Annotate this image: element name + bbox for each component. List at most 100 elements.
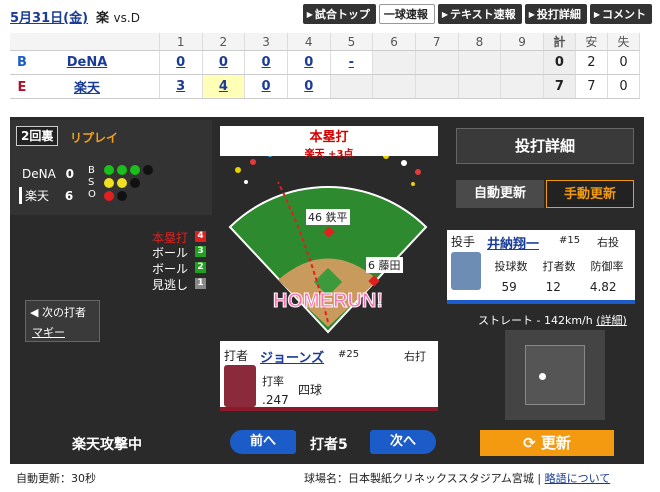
pitch-detail-link[interactable]: (詳細) xyxy=(596,314,627,327)
bso-labels: BSO xyxy=(88,165,96,200)
batter-avg-label: 打率 xyxy=(262,375,284,388)
ball-dot-icon xyxy=(143,165,153,175)
refresh-button[interactable]: ⟳ 更新 xyxy=(480,430,614,456)
inning-header: 1 xyxy=(159,33,203,51)
tab-text-live[interactable]: ▶ テキスト速報 xyxy=(437,4,522,24)
next-batter-link[interactable]: マギー xyxy=(26,323,99,341)
inning-score-link[interactable]: 0 xyxy=(262,55,271,70)
pitch-result-label: ボール xyxy=(151,246,188,260)
batter-name-link[interactable]: ジョーンズ xyxy=(260,347,324,366)
runs-total: 7 xyxy=(543,74,576,99)
ball-dot-icon xyxy=(104,165,114,175)
pitch-number: 1 xyxy=(195,278,206,289)
errors-total: 0 xyxy=(607,50,641,75)
fielder-label-3b: 6 藤田 xyxy=(366,257,403,273)
play-detail: 楽天 +3点 xyxy=(304,149,354,160)
pitcher-card: 投手 井納翔一 #15 右投 投球数 打者数 防御率 59 12 4.82 xyxy=(447,230,635,304)
ball-dot-icon xyxy=(117,165,127,175)
play-result-box: 本塁打 楽天 +3点 xyxy=(220,126,438,160)
errors-total: 0 xyxy=(607,74,641,99)
tab-comment[interactable]: ▶ コメント xyxy=(589,4,652,24)
pitch-result-label: ボール xyxy=(151,262,188,276)
batter-avg: .247 xyxy=(262,393,289,407)
pitch-info: ストレート - 142km/h (詳細) xyxy=(478,314,627,327)
pitch-number: 2 xyxy=(195,262,206,273)
game-date: 5月31日(金) xyxy=(10,11,89,26)
inning-header: 4 xyxy=(287,33,331,51)
inning-header: 6 xyxy=(372,33,416,51)
scoreboard: 1 2 3 4 5 6 7 8 9 計 安 失 B DeNA 0 0 0 0 - … xyxy=(10,33,641,99)
detail-button[interactable]: 投打詳細 xyxy=(456,128,634,164)
runs-total: 0 xyxy=(543,50,576,75)
auto-update-interval: 自動更新：30秒 xyxy=(16,472,96,485)
runs-header: 計 xyxy=(543,33,576,51)
pitch-number: 3 xyxy=(195,246,206,257)
errors-header: 失 xyxy=(607,33,641,51)
batter-role: 打者 xyxy=(224,349,249,363)
pitcher-name-link[interactable]: 井納翔一 xyxy=(487,233,539,252)
inning-header: 3 xyxy=(244,33,288,51)
strike-zone xyxy=(505,330,605,420)
inning-header: 7 xyxy=(415,33,459,51)
pitch-location-icon xyxy=(539,373,546,380)
next-batter-label: ◀ 次の打者 xyxy=(30,306,86,319)
inning-indicator: 2回裏 xyxy=(16,126,59,146)
inning-score-link[interactable]: 4 xyxy=(219,79,228,94)
batter-hand: 右打 xyxy=(404,350,426,363)
manual-update-button[interactable]: 手動更新 xyxy=(546,180,634,208)
pitcher-hand: 右投 xyxy=(597,236,619,249)
hits-total: 7 xyxy=(575,74,608,99)
pitcher-role: 投手 xyxy=(451,235,476,249)
inning-header: 2 xyxy=(202,33,246,51)
team-link-dena[interactable]: DeNA xyxy=(32,55,142,70)
strike-dot-icon xyxy=(104,178,114,188)
top-bar: 5月31日(金) 楽 vs.D ▶ 試合トップ 一球速報 ▶ テキスト速報 ▶ 投打詳… xyxy=(0,0,660,30)
strike-dot-icon xyxy=(117,178,127,188)
attack-status: 楽天攻撃中 xyxy=(72,437,142,453)
table-row: B DeNA 0 0 0 0 - 0 2 0 xyxy=(10,50,641,75)
pitcher-photo xyxy=(451,252,481,290)
homerun-text: HOMERUN! xyxy=(273,290,383,312)
score-line-rakuten: 楽天 6 xyxy=(19,187,73,204)
inning-score-link[interactable]: - xyxy=(349,55,354,70)
prev-batter-button[interactable]: 前へ xyxy=(230,430,296,454)
inning-score-link[interactable]: 3 xyxy=(176,79,185,94)
batter-number: #25 xyxy=(338,349,360,360)
tab-game-top[interactable]: ▶ 試合トップ xyxy=(302,4,376,24)
team-link-rakuten[interactable]: 楽天 xyxy=(32,77,142,96)
table-row: E 楽天 3 4 0 0 7 7 0 xyxy=(10,74,641,99)
inning-score-link[interactable]: 0 xyxy=(262,79,271,94)
batter-card: 打者 ジョーンズ #25 右打 打率 .247 四球 xyxy=(220,341,438,411)
auto-update-button[interactable]: 自動更新 xyxy=(456,180,544,208)
pitch-result-label: 見逃し xyxy=(151,278,188,292)
dena-logo-icon: B xyxy=(17,54,27,70)
batter-photo xyxy=(224,365,256,407)
eagles-logo-icon: E xyxy=(17,80,27,96)
out-dot-icon xyxy=(117,191,127,201)
pitch-number: 4 xyxy=(195,231,206,242)
matchup: 楽 vs.D xyxy=(96,11,140,26)
ball-dot-icon xyxy=(130,165,140,175)
tab-pitch-by-pitch[interactable]: 一球速報 xyxy=(378,4,435,24)
stadium-info: 球場名：日本製紙クリネックススタジアム宮城 | 略語について xyxy=(304,472,611,485)
inning-score-link[interactable]: 0 xyxy=(304,55,313,70)
abbreviation-link[interactable]: 略語について xyxy=(545,472,611,485)
next-batter-box: ◀ 次の打者 マギー xyxy=(25,300,100,342)
refresh-icon: ⟳ xyxy=(523,434,536,452)
tab-stats-detail[interactable]: ▶ 投打詳細 xyxy=(524,4,587,24)
inning-header: 8 xyxy=(458,33,502,51)
replay-label: リプレイ xyxy=(70,131,119,145)
tab-bar: ▶ 試合トップ 一球速報 ▶ テキスト速報 ▶ 投打詳細 ▶ コメント xyxy=(302,4,652,24)
fielder-label-cf: 46 鉄平 xyxy=(306,209,350,225)
inning-score-link[interactable]: 0 xyxy=(304,79,313,94)
inning-score-link[interactable]: 0 xyxy=(176,55,185,70)
inning-score-link[interactable]: 0 xyxy=(219,55,228,70)
inning-header: 5 xyxy=(330,33,374,51)
strike-dot-icon xyxy=(130,178,140,188)
pitcher-number: #15 xyxy=(559,235,581,246)
score-line-dena: DeNA 0 xyxy=(22,167,74,181)
batter-index: 打者5 xyxy=(310,437,348,453)
pitcher-stat-values: 59 12 4.82 xyxy=(501,280,617,294)
play-result: 本塁打 xyxy=(309,130,349,145)
next-batter-button[interactable]: 次へ xyxy=(370,430,436,454)
